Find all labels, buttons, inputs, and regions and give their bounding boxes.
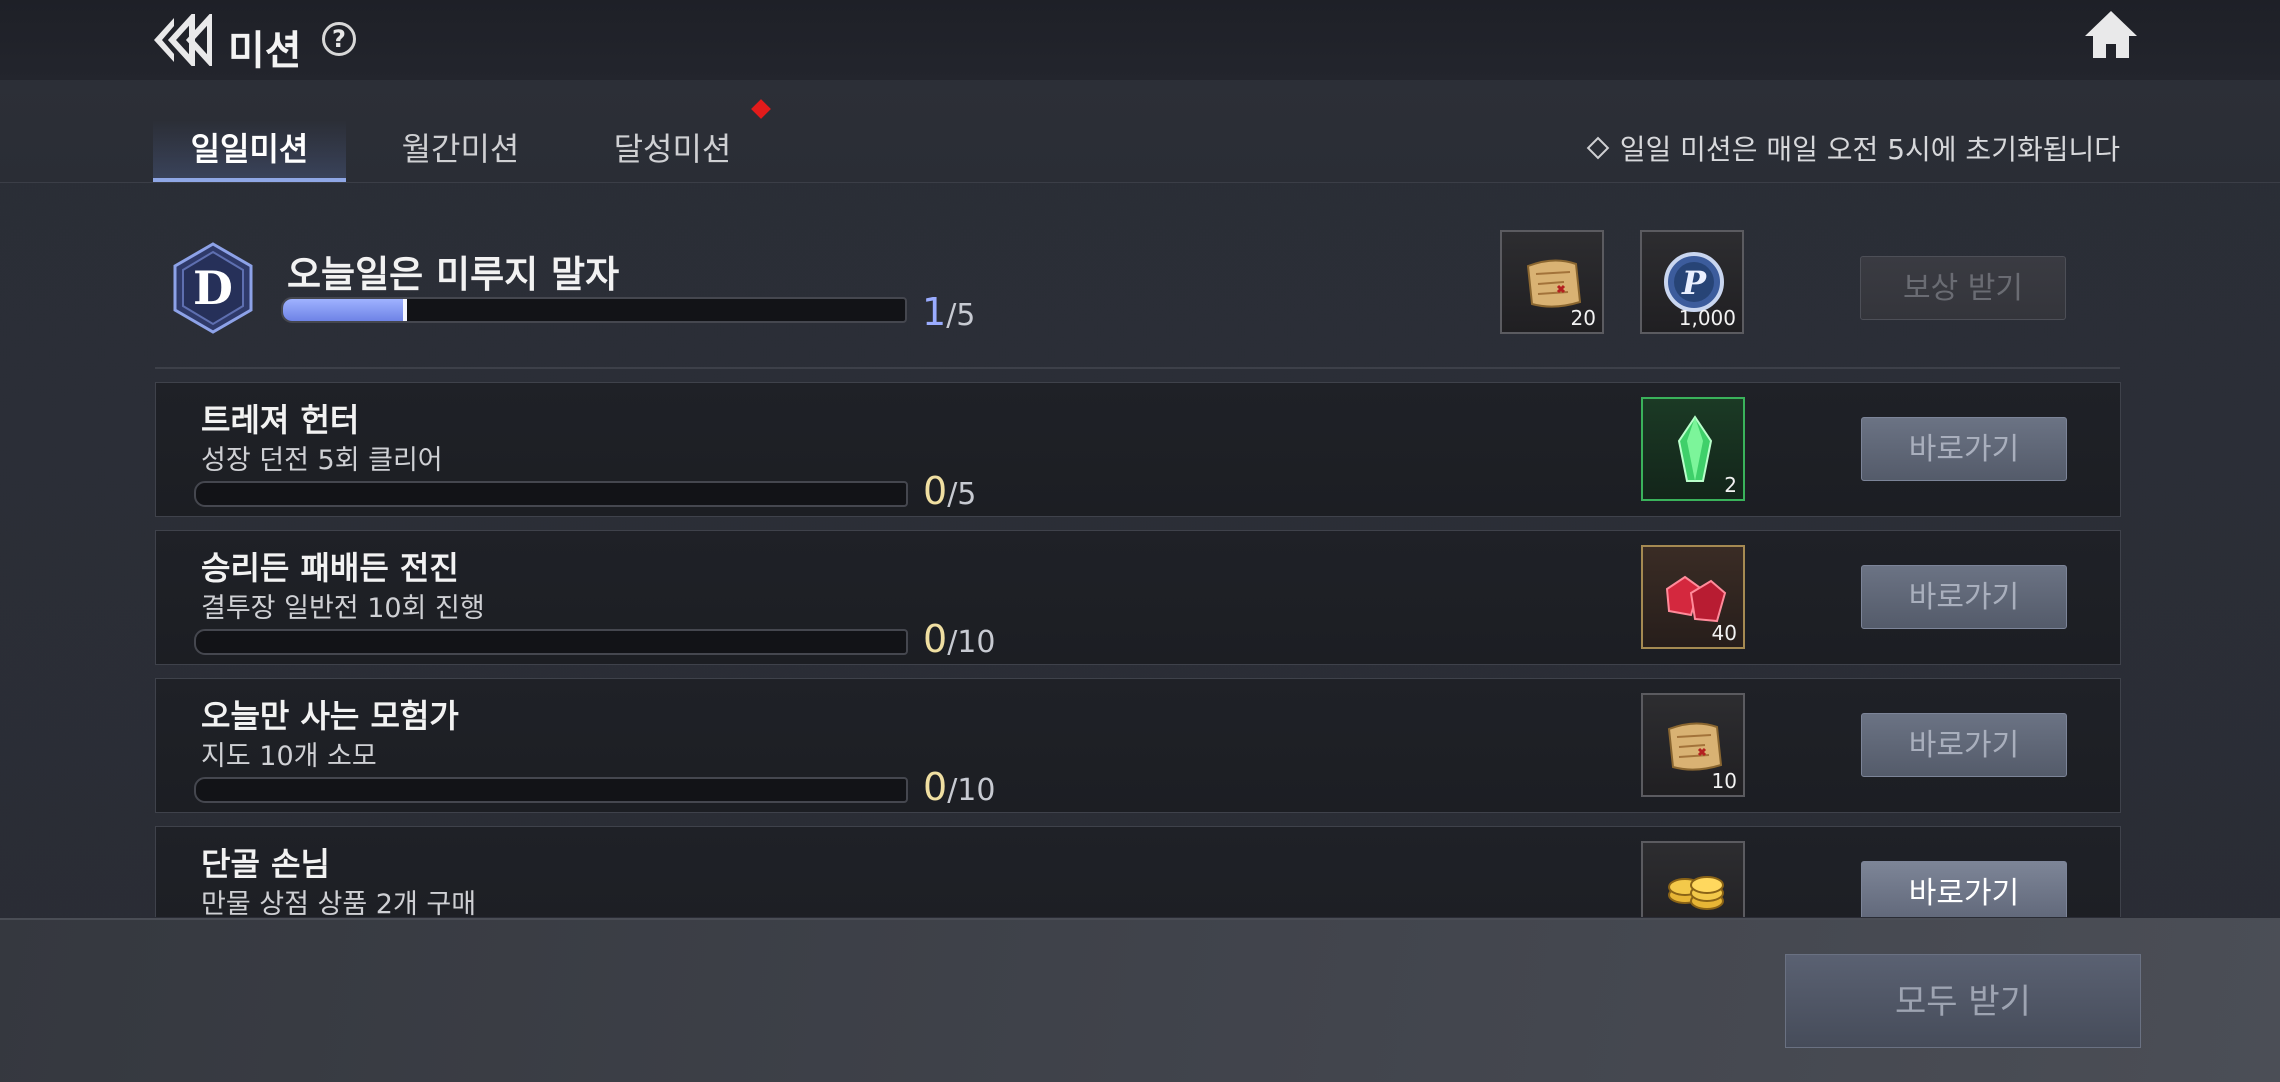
mission-desc: 만물 상점 상품 2개 구매	[201, 889, 477, 917]
mission-progress-count: 0/10	[923, 765, 996, 809]
list-item: 승리든 패배든 전진 결투장 일반전 10회 진행 0/10 40 바로가기	[155, 530, 2121, 665]
mission-progress-count: 0/5	[923, 469, 977, 513]
mission-title: 트레져 헌터	[201, 401, 360, 439]
tab-achievement-missions[interactable]: 달성미션	[580, 120, 765, 178]
gold-coins-icon	[1668, 876, 1724, 910]
tab-daily-missions[interactable]: 일일미션	[153, 120, 346, 182]
mission-desc: 결투장 일반전 10회 진행	[201, 593, 485, 624]
go-button[interactable]: 바로가기	[1861, 417, 2067, 481]
mission-desc: 지도 10개 소모	[201, 741, 377, 772]
tab-monthly-missions[interactable]: 월간미션	[368, 120, 553, 178]
top-bar: 미션 ?	[0, 0, 2280, 81]
mission-reward[interactable]: 40	[1641, 545, 1745, 649]
reward-p-coin[interactable]: P 1,000	[1640, 230, 1744, 334]
reward-map-scroll[interactable]: 20	[1500, 230, 1604, 334]
mission-reward[interactable]: 10	[1641, 693, 1745, 797]
daily-progress-bar	[281, 297, 907, 323]
mission-reward[interactable]: 2	[1641, 397, 1745, 501]
grade-emblem: D	[173, 242, 253, 334]
mission-title: 승리든 패배든 전진	[201, 549, 459, 587]
green-gem-icon	[1677, 415, 1713, 482]
claim-all-button[interactable]: 모두 받기	[1785, 954, 2141, 1048]
daily-progress-count: 1/5	[922, 290, 976, 334]
mission-progress-count: 0/10	[923, 617, 996, 661]
list-item: 단골 손님 만물 상점 상품 2개 구매 바로가기	[155, 826, 2121, 917]
mission-title: 오늘만 사는 모험가	[201, 697, 459, 735]
diamond-bullet-icon	[1586, 136, 1610, 160]
mission-progress-bar	[194, 777, 908, 803]
back-arrow-icon[interactable]	[150, 10, 213, 70]
help-icon[interactable]: ?	[322, 22, 356, 56]
mission-reward[interactable]	[1641, 841, 1745, 917]
go-button[interactable]: 바로가기	[1861, 861, 2067, 917]
mission-list: 트레져 헌터 성장 던전 5회 클리어 0/5 2 바로가기 승리든 패배든 전…	[155, 382, 2123, 917]
daily-mission-title: 오늘일은 미루지 말자	[287, 253, 620, 296]
mission-desc: 성장 던전 5회 클리어	[201, 445, 443, 476]
mission-progress-bar	[194, 481, 908, 507]
go-button[interactable]: 바로가기	[1861, 565, 2067, 629]
daily-progress-fill	[283, 299, 408, 321]
mission-title: 단골 손님	[201, 845, 330, 883]
list-item: 오늘만 사는 모험가 지도 10개 소모 0/10 10 바로가기	[155, 678, 2121, 813]
go-button[interactable]: 바로가기	[1861, 713, 2067, 777]
reset-notice: 일일 미션은 매일 오전 5시에 초기화됩니다	[1586, 128, 2120, 168]
svg-text:P: P	[1681, 264, 1707, 302]
page-title: 미션	[228, 28, 302, 74]
claim-reward-button[interactable]: 보상 받기	[1860, 256, 2066, 320]
list-item: 트레져 헌터 성장 던전 5회 클리어 0/5 2 바로가기	[155, 382, 2121, 517]
daily-summary: D 오늘일은 미루지 말자 1/5 20 P 1,000 보상 받기	[155, 222, 2120, 369]
home-icon[interactable]	[2082, 8, 2140, 62]
mission-progress-bar	[194, 629, 908, 655]
